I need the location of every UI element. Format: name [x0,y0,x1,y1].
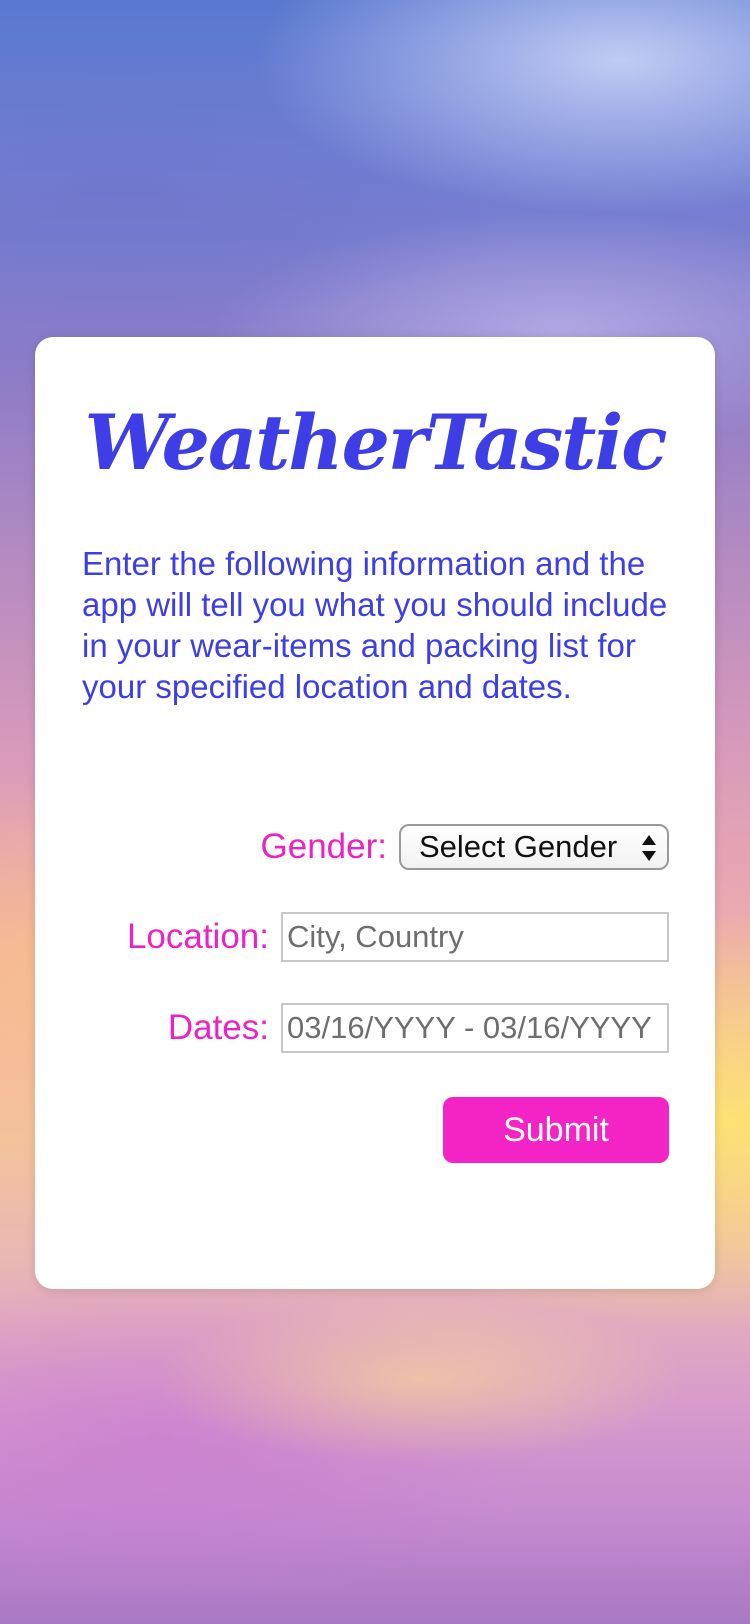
submit-button[interactable]: Submit [443,1097,669,1163]
chevron-updown-icon [642,835,656,861]
dates-value: 03/16/YYYY - 03/16/YYYY [287,1010,652,1045]
location-placeholder: City, Country [287,919,464,954]
location-input[interactable]: City, Country [281,912,669,962]
gender-row: Gender: Select Gender [261,822,669,872]
intro-text: Enter the following information and the … [82,545,668,705]
gender-label: Gender: [260,827,387,866]
dates-row: Dates: 03/16/YYYY - 03/16/YYYY [168,1003,669,1053]
app-title: WeatherTastic [84,398,667,487]
location-row: Location: City, Country [127,912,669,962]
dates-label: Dates: [167,1008,269,1047]
gender-select[interactable]: Select Gender [399,824,669,870]
form-card: WeatherTastic Enter the following inform… [35,337,715,1289]
location-label: Location: [126,917,269,956]
dates-input[interactable]: 03/16/YYYY - 03/16/YYYY [281,1003,669,1053]
gender-select-value: Select Gender [419,829,618,864]
